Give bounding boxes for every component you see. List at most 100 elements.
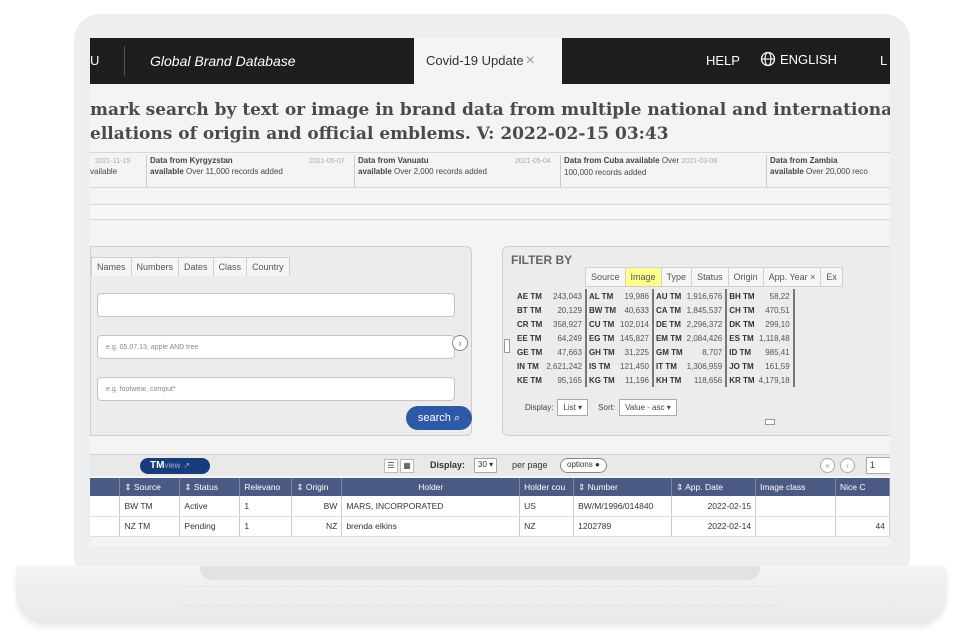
filter-code[interactable]: GH TM [586,345,618,359]
filter-code[interactable]: AU TM [653,289,685,303]
filter-code[interactable]: ES TM [726,331,756,345]
column-header[interactable]: ⇕ Source [119,478,181,496]
news-item[interactable]: 2021-05-04 Data from Cuba available Over… [515,155,760,187]
row-select-cell[interactable] [90,496,121,517]
filter-code[interactable]: CR TM [515,317,544,331]
news-text-bold: available [770,167,804,176]
filter-code[interactable]: KE TM [515,373,544,387]
list-view-icon[interactable]: ☰ [384,459,398,473]
tab-numbers[interactable]: Numbers [130,257,180,276]
close-icon[interactable]: × [526,52,535,69]
filter-code[interactable]: IT TM [653,359,685,373]
filter-code[interactable]: ID TM [726,345,756,359]
tab-country[interactable]: Country [246,257,290,276]
table-row[interactable]: NZ TM Pending 1 NZ brenda elkins NZ 1202… [90,516,890,537]
filter-code[interactable]: KR TM [726,373,756,387]
column-header[interactable]: ⇕ Number [573,478,673,496]
filter-code[interactable]: BH TM [726,289,756,303]
cell-nice-class [835,496,890,517]
column-header[interactable]: ⇕ Status [179,478,241,496]
language-label: ENGLISH [780,51,838,67]
column-header[interactable]: Holder cou [519,478,575,496]
column-header[interactable]: Holder [341,478,521,496]
search-button[interactable]: search ⌕ [406,406,472,430]
collapse-icon[interactable] [765,419,775,425]
filter-code[interactable]: IN TM [515,359,544,373]
filter-code[interactable]: BT TM [515,303,544,317]
covid-update-tab[interactable]: Covid-19 Update × [414,38,562,84]
filter-code[interactable]: KG TM [586,373,618,387]
filter-count: 8,707 [684,345,728,359]
display-select[interactable]: List ▾ [557,399,589,416]
filter-code[interactable]: KH TM [653,373,685,387]
filter-count: 299,10 [756,317,795,331]
filter-code[interactable]: AL TM [586,289,618,303]
text-search-input[interactable] [97,293,455,317]
filter-tab-image[interactable]: Image [624,267,662,287]
tmview-button[interactable]: TMview ↗ [140,458,210,474]
column-header[interactable]: Relevano [239,478,293,496]
filter-tab-app-year[interactable]: App. Year × [762,267,822,287]
sort-select[interactable]: Value - asc ▾ [619,399,677,416]
news-title: Data from Vanuatu [358,156,429,165]
nav-left-fragment[interactable]: U [90,53,99,68]
filter-code[interactable]: EG TM [586,331,618,345]
filter-code[interactable]: EM TM [653,331,685,345]
filter-code[interactable]: CH TM [726,303,756,317]
filter-code[interactable]: AE TM [515,289,544,303]
column-header[interactable]: Nice C [835,478,890,496]
cell-origin: NZ [291,516,343,537]
filter-code[interactable]: DE TM [653,317,685,331]
cell-number: 1202789 [573,516,673,537]
news-item[interactable]: Data from Zambia available Over 20,000 r… [766,155,890,187]
filter-code[interactable]: GE TM [515,345,544,359]
filter-code[interactable]: CA TM [653,303,685,317]
filter-code[interactable]: DK TM [726,317,756,331]
language-selector[interactable]: ENGLISH [760,51,837,67]
grid-view-icon[interactable]: ▦ [400,459,414,473]
table-row[interactable]: BW TM Active 1 BW MARS, INCORPORATED US … [90,496,890,517]
nav-right-fragment[interactable]: L [880,53,887,68]
filter-code[interactable]: EE TM [515,331,544,345]
column-header[interactable]: ⇕ App. Date [671,478,757,496]
filter-display-controls: Display: List ▾ Sort: Value - asc ▾ [525,399,677,416]
tab-dates[interactable]: Dates [178,257,214,276]
first-page-icon[interactable]: « [820,458,835,473]
per-page-label: per page [512,460,548,470]
filter-count: 1,306,959 [684,359,728,373]
search-tabs: Names Numbers Dates Class Country [91,257,290,276]
row-select-cell[interactable] [90,516,121,537]
tab-names[interactable]: Names [91,257,132,276]
cell-relevance: 1 [239,496,293,517]
help-link[interactable]: HELP [706,53,740,68]
news-text-bold: available [358,167,392,176]
expand-icon[interactable]: › [452,335,468,351]
filter-count: 161,59 [756,359,795,373]
cell-nice-class: 44 [835,516,890,537]
filter-code[interactable]: JO TM [726,359,756,373]
filter-tab-source[interactable]: Source [585,267,626,287]
per-page-select[interactable]: 30 ▾ [474,458,498,473]
brand-title[interactable]: Global Brand Database [150,53,296,69]
image-class-input[interactable]: e.g. 05.07.13, apple AND tree [97,335,455,359]
filter-code[interactable]: IS TM [586,359,618,373]
column-header[interactable]: Image class [755,478,836,496]
filter-tab-ex[interactable]: Ex [820,267,843,287]
filter-code[interactable]: GM TM [653,345,685,359]
page-number-input[interactable]: 1 [866,457,890,474]
table-header-row: ⇕ Source ⇕ Status Relevano ⇕ Origin Hold… [90,478,890,496]
tab-class[interactable]: Class [212,257,248,276]
goods-services-input[interactable]: e.g. footwear, comput* [97,377,455,401]
prev-page-icon[interactable]: ‹ [840,458,855,473]
filter-count: 118,656 [684,373,728,387]
options-button[interactable]: options ● [560,458,607,473]
filter-code[interactable]: CU TM [586,317,618,331]
column-header[interactable]: ⇕ Origin [291,478,343,496]
filter-tab-type[interactable]: Type [660,267,693,287]
filter-title: FILTER BY [511,253,573,267]
drag-handle[interactable] [504,339,510,353]
filter-code[interactable]: BW TM [586,303,618,317]
filter-tab-origin[interactable]: Origin [727,267,764,287]
filter-tab-status[interactable]: Status [691,267,729,287]
headline-line-1: mark search by text or image in brand da… [90,100,890,120]
